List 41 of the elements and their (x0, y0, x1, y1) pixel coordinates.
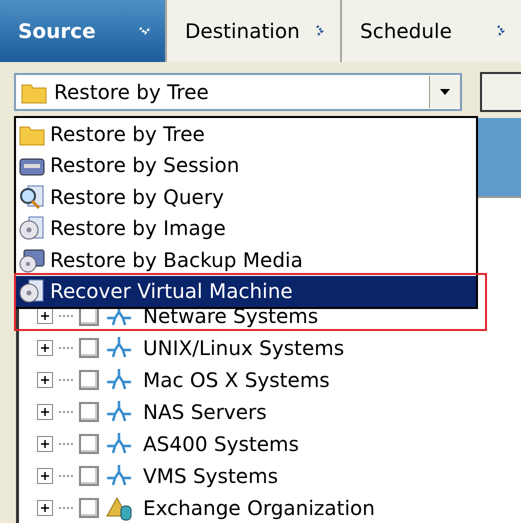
menu-item[interactable]: Restore by Image (16, 212, 476, 244)
expand-toggle[interactable] (37, 308, 53, 324)
menu-item[interactable]: Restore by Backup Media (16, 244, 476, 276)
disc-icon (18, 277, 46, 306)
menu-item[interactable]: Restore by Query (16, 181, 476, 212)
tree-item-label[interactable]: UNIX/Linux Systems (143, 336, 344, 360)
expand-toggle[interactable] (37, 404, 53, 420)
checkbox[interactable] (79, 370, 99, 390)
tree-item-label[interactable]: Exchange Organization (143, 496, 375, 520)
expand-toggle[interactable] (37, 500, 53, 516)
tree-item-label[interactable]: NAS Servers (143, 400, 267, 424)
plus-icon (40, 407, 50, 417)
tab[interactable]: Source (0, 0, 165, 62)
restore-method-dropdown[interactable]: Restore by Tree (14, 73, 462, 111)
expand-toggle[interactable] (37, 436, 53, 452)
checkbox[interactable] (79, 466, 99, 486)
tree-item-label[interactable]: AS400 Systems (143, 432, 299, 456)
plus-icon (40, 471, 50, 481)
tab[interactable]: Schedule (340, 0, 521, 62)
expand-toggle[interactable] (37, 372, 53, 388)
expand-toggle[interactable] (37, 468, 53, 484)
checkbox[interactable] (79, 434, 99, 454)
side-button[interactable] (480, 72, 521, 112)
expand-toggle[interactable] (37, 340, 53, 356)
tree-item-label[interactable]: VMS Systems (143, 464, 278, 488)
checkbox[interactable] (79, 338, 99, 358)
caret-icon (439, 88, 452, 96)
plus-icon (40, 375, 50, 385)
plus-icon (40, 343, 50, 353)
tree-item-label[interactable]: Mac OS X Systems (143, 368, 330, 392)
tab[interactable]: Destination (165, 0, 340, 62)
menu-item[interactable]: Restore by Session (16, 150, 476, 181)
disc-icon (18, 214, 46, 242)
menu-item[interactable]: Restore by Tree (16, 118, 476, 150)
magnifier-icon (18, 182, 46, 211)
plus-icon (40, 311, 50, 321)
checkbox[interactable] (79, 402, 99, 422)
menu-item[interactable]: Recover Virtual Machine (16, 276, 476, 307)
checkbox[interactable] (79, 498, 99, 518)
plus-icon (40, 439, 50, 449)
plus-icon (40, 503, 50, 513)
